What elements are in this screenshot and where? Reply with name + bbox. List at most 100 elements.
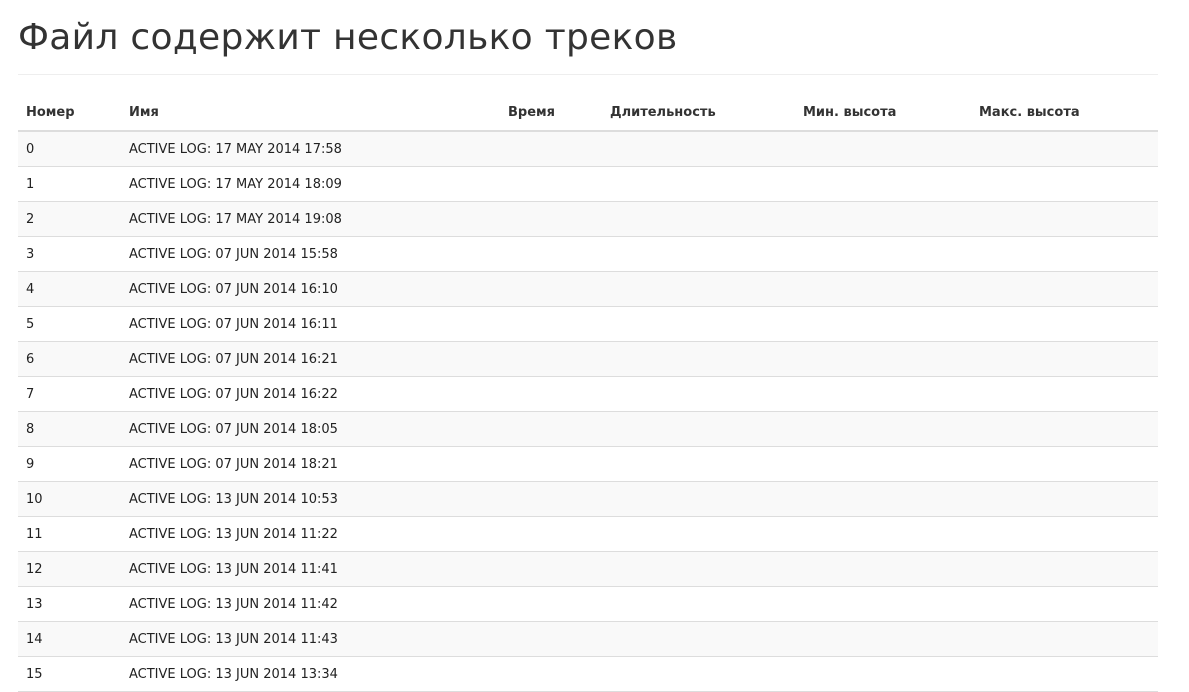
cell-name: ACTIVE LOG: 07 JUN 2014 16:21	[121, 341, 500, 377]
tracks-table-header: Номер Имя Время Длительность Мин. высота…	[18, 95, 1158, 132]
cell-name: ACTIVE LOG: 07 JUN 2014 16:10	[121, 271, 500, 307]
table-row[interactable]: 8 ACTIVE LOG: 07 JUN 2014 18:05	[18, 411, 1158, 447]
cell-number: 13	[18, 586, 121, 622]
cell-duration	[602, 551, 795, 587]
cell-min-altitude	[795, 376, 971, 412]
cell-min-altitude	[795, 551, 971, 587]
cell-min-altitude	[795, 271, 971, 307]
table-row[interactable]: 1 ACTIVE LOG: 17 MAY 2014 18:09	[18, 166, 1158, 202]
cell-duration	[602, 166, 795, 202]
cell-max-altitude	[971, 621, 1158, 657]
cell-min-altitude	[795, 236, 971, 272]
cell-duration	[602, 131, 795, 167]
cell-duration	[602, 656, 795, 692]
header-row: Номер Имя Время Длительность Мин. высота…	[18, 95, 1158, 132]
cell-time	[500, 376, 602, 412]
cell-min-altitude	[795, 586, 971, 622]
cell-duration	[602, 516, 795, 552]
tracks-table-body: 0 ACTIVE LOG: 17 MAY 2014 17:58 1 ACTIVE LO…	[18, 131, 1158, 692]
cell-min-altitude	[795, 306, 971, 342]
table-row[interactable]: 0 ACTIVE LOG: 17 MAY 2014 17:58	[18, 131, 1158, 167]
table-row[interactable]: 2 ACTIVE LOG: 17 MAY 2014 19:08	[18, 201, 1158, 237]
cell-number: 10	[18, 481, 121, 517]
cell-name: ACTIVE LOG: 17 MAY 2014 18:09	[121, 166, 500, 202]
cell-max-altitude	[971, 481, 1158, 517]
cell-max-altitude	[971, 376, 1158, 412]
table-row[interactable]: 15 ACTIVE LOG: 13 JUN 2014 13:34	[18, 656, 1158, 692]
cell-name: ACTIVE LOG: 17 MAY 2014 19:08	[121, 201, 500, 237]
cell-number: 9	[18, 446, 121, 482]
table-row[interactable]: 14 ACTIVE LOG: 13 JUN 2014 11:43	[18, 621, 1158, 657]
cell-min-altitude	[795, 656, 971, 692]
cell-time	[500, 586, 602, 622]
cell-name: ACTIVE LOG: 17 MAY 2014 17:58	[121, 131, 500, 167]
cell-duration	[602, 481, 795, 517]
cell-time	[500, 411, 602, 447]
cell-duration	[602, 201, 795, 237]
tracks-table: Номер Имя Время Длительность Мин. высота…	[18, 95, 1158, 692]
cell-time	[500, 621, 602, 657]
cell-time	[500, 516, 602, 552]
cell-time	[500, 236, 602, 272]
cell-number: 11	[18, 516, 121, 552]
column-header-number: Номер	[18, 95, 121, 132]
cell-min-altitude	[795, 341, 971, 377]
cell-name: ACTIVE LOG: 13 JUN 2014 10:53	[121, 481, 500, 517]
cell-max-altitude	[971, 131, 1158, 167]
cell-max-altitude	[971, 236, 1158, 272]
cell-max-altitude	[971, 551, 1158, 587]
cell-number: 4	[18, 271, 121, 307]
cell-name: ACTIVE LOG: 13 JUN 2014 11:22	[121, 516, 500, 552]
cell-number: 14	[18, 621, 121, 657]
cell-max-altitude	[971, 411, 1158, 447]
cell-name: ACTIVE LOG: 07 JUN 2014 15:58	[121, 236, 500, 272]
cell-max-altitude	[971, 656, 1158, 692]
table-row[interactable]: 13 ACTIVE LOG: 13 JUN 2014 11:42	[18, 586, 1158, 622]
cell-number: 2	[18, 201, 121, 237]
cell-max-altitude	[971, 586, 1158, 622]
cell-duration	[602, 341, 795, 377]
cell-max-altitude	[971, 166, 1158, 202]
column-header-max-altitude: Макс. высота	[971, 95, 1158, 132]
cell-name: ACTIVE LOG: 07 JUN 2014 18:05	[121, 411, 500, 447]
cell-min-altitude	[795, 621, 971, 657]
cell-time	[500, 656, 602, 692]
cell-duration	[602, 376, 795, 412]
cell-number: 0	[18, 131, 121, 167]
table-row[interactable]: 5 ACTIVE LOG: 07 JUN 2014 16:11	[18, 306, 1158, 342]
cell-name: ACTIVE LOG: 07 JUN 2014 18:21	[121, 446, 500, 482]
cell-time	[500, 306, 602, 342]
cell-time	[500, 201, 602, 237]
cell-name: ACTIVE LOG: 13 JUN 2014 11:41	[121, 551, 500, 587]
cell-number: 5	[18, 306, 121, 342]
cell-name: ACTIVE LOG: 13 JUN 2014 13:34	[121, 656, 500, 692]
table-row[interactable]: 12 ACTIVE LOG: 13 JUN 2014 11:41	[18, 551, 1158, 587]
column-header-time: Время	[500, 95, 602, 132]
table-row[interactable]: 7 ACTIVE LOG: 07 JUN 2014 16:22	[18, 376, 1158, 412]
table-row[interactable]: 11 ACTIVE LOG: 13 JUN 2014 11:22	[18, 516, 1158, 552]
cell-time	[500, 271, 602, 307]
cell-number: 1	[18, 166, 121, 202]
cell-time	[500, 166, 602, 202]
title-divider	[18, 74, 1158, 75]
cell-max-altitude	[971, 341, 1158, 377]
cell-number: 8	[18, 411, 121, 447]
page-title: Файл содержит несколько треков	[18, 17, 678, 58]
cell-name: ACTIVE LOG: 13 JUN 2014 11:43	[121, 621, 500, 657]
cell-time	[500, 446, 602, 482]
table-row[interactable]: 10 ACTIVE LOG: 13 JUN 2014 10:53	[18, 481, 1158, 517]
table-row[interactable]: 3 ACTIVE LOG: 07 JUN 2014 15:58	[18, 236, 1158, 272]
cell-time	[500, 131, 602, 167]
cell-max-altitude	[971, 201, 1158, 237]
cell-min-altitude	[795, 131, 971, 167]
cell-duration	[602, 411, 795, 447]
table-row[interactable]: 9 ACTIVE LOG: 07 JUN 2014 18:21	[18, 446, 1158, 482]
cell-min-altitude	[795, 166, 971, 202]
cell-number: 15	[18, 656, 121, 692]
cell-max-altitude	[971, 516, 1158, 552]
cell-number: 12	[18, 551, 121, 587]
cell-duration	[602, 306, 795, 342]
table-row[interactable]: 4 ACTIVE LOG: 07 JUN 2014 16:10	[18, 271, 1158, 307]
cell-number: 6	[18, 341, 121, 377]
table-row[interactable]: 6 ACTIVE LOG: 07 JUN 2014 16:21	[18, 341, 1158, 377]
